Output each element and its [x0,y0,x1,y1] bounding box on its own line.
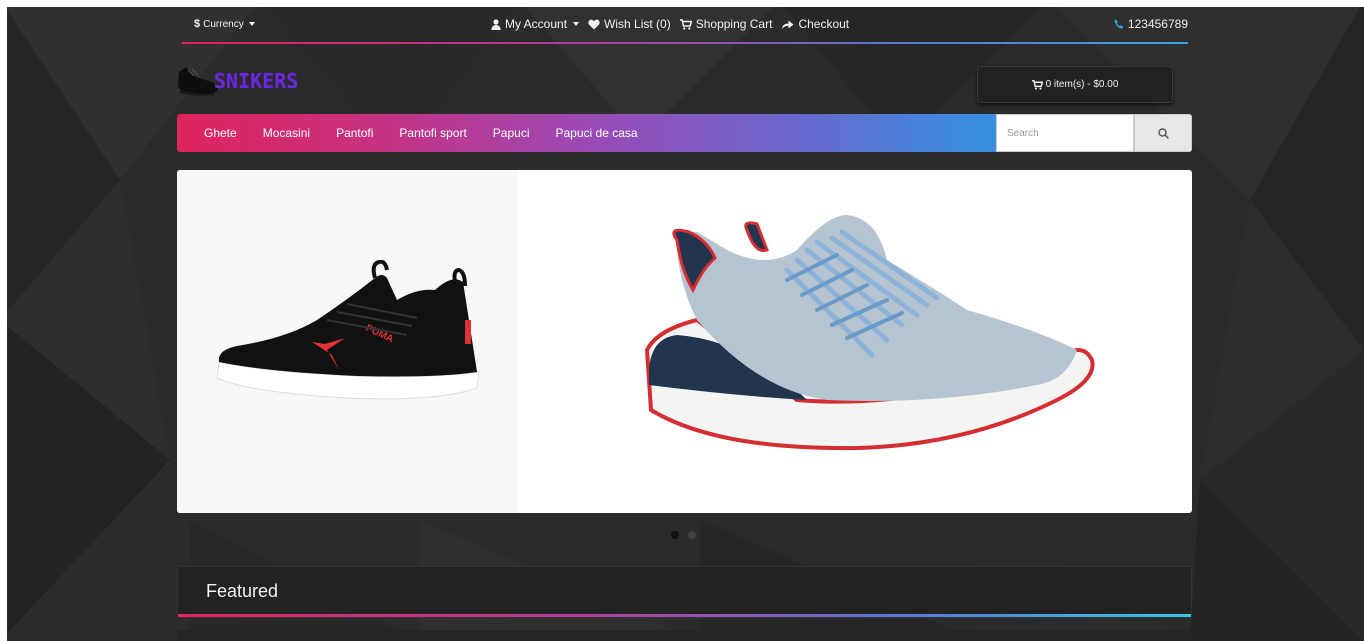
my-account-link[interactable]: My Account [491,17,580,31]
hero-slider[interactable]: PUMA [177,170,1192,513]
slider-dot-1[interactable] [671,531,679,539]
black-sneaker-image: PUMA [216,260,480,400]
menu-item-mocasini[interactable]: Mocasini [250,126,323,140]
shopping-cart-link[interactable]: Shopping Cart [679,17,773,31]
phone-number: 123456789 [1127,17,1188,31]
header-cart-button[interactable]: 0 item(s) - $0.00 [977,66,1173,103]
currency-label: Currency [203,18,244,30]
share-arrow-icon [782,20,794,29]
phone-contact[interactable]: 123456789 [1114,17,1188,31]
window-edge-top [0,0,1364,7]
featured-divider [178,614,1191,617]
cart-icon [679,18,692,30]
my-account-label: My Account [505,17,568,31]
account-links: My Account Wish List (0) Shopping Cart C… [491,17,849,31]
category-nav: Ghete Mocasini Pantofi Pantofi sport Pap… [177,114,1192,152]
search-input[interactable] [996,114,1134,152]
category-menu: Ghete Mocasini Pantofi Pantofi sport Pap… [191,114,651,152]
top-bar: $ Currency My Account Wish List (0) Shop… [182,10,1188,44]
shopping-cart-label: Shopping Cart [695,17,773,31]
currency-symbol: $ [194,18,201,30]
window-edge [0,0,7,641]
caret-down-icon [248,22,255,26]
checkout-label: Checkout [798,17,850,31]
cart-icon [1031,79,1043,90]
user-icon [491,18,501,30]
heart-icon [588,19,600,29]
menu-item-pantofi-sport[interactable]: Pantofi sport [386,126,479,140]
checkout-link[interactable]: Checkout [781,17,849,31]
top-bar-divider [182,42,1188,44]
blue-sneaker-image [644,215,1095,451]
wish-list-link[interactable]: Wish List (0) [588,17,671,31]
slider-pagination [671,531,696,539]
menu-item-pantofi[interactable]: Pantofi [323,126,386,140]
currency-dropdown[interactable]: $ Currency [194,18,255,30]
store-logo[interactable]: SNIKERS [176,64,298,98]
logo-text: SNIKERS [214,69,299,93]
menu-item-ghete[interactable]: Ghete [191,126,250,140]
featured-content-area [177,630,1192,641]
featured-title: Featured [206,581,279,601]
wish-list-label: Wish List (0) [604,17,671,31]
slider-dot-2[interactable] [688,531,696,539]
menu-item-papuci-de-casa[interactable]: Papuci de casa [543,126,651,140]
menu-item-papuci[interactable]: Papuci [480,126,543,140]
phone-icon [1114,19,1124,29]
caret-down-icon [573,22,580,26]
featured-section-header: Featured [177,566,1192,618]
search-icon [1157,127,1169,139]
cart-summary: 0 item(s) - $0.00 [1045,79,1119,90]
search-button[interactable] [1134,114,1192,152]
